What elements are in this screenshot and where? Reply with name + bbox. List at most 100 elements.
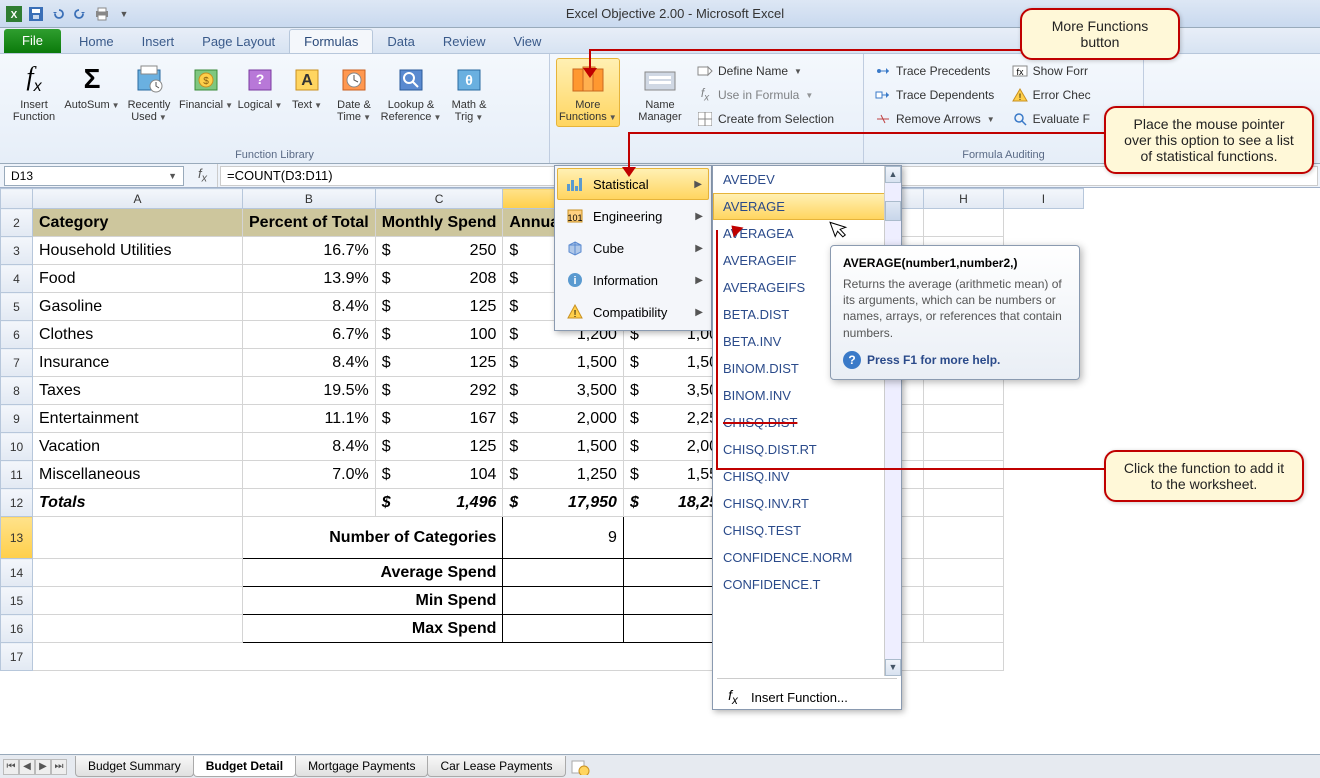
- col-header[interactable]: B: [243, 189, 376, 209]
- sheet-tab[interactable]: Budget Summary: [75, 756, 194, 777]
- sheet-tab[interactable]: Mortgage Payments: [295, 756, 428, 777]
- data-cell[interactable]: Food: [33, 265, 243, 293]
- sheet-nav-first-icon[interactable]: ⏮: [3, 759, 19, 775]
- row-header[interactable]: 6: [1, 321, 33, 349]
- tab-view[interactable]: View: [499, 30, 555, 53]
- sheet-nav-last-icon[interactable]: ⏭: [51, 759, 67, 775]
- autosum-button[interactable]: Σ AutoSum▼: [64, 58, 120, 115]
- data-cell[interactable]: $1,250: [503, 461, 624, 489]
- tab-file[interactable]: File: [4, 29, 61, 53]
- function-item[interactable]: CHISQ.DIST: [713, 409, 901, 436]
- data-cell[interactable]: $125: [375, 349, 503, 377]
- name-manager-button[interactable]: Name Manager: [630, 58, 690, 126]
- scrollbar[interactable]: ▲ ▼: [884, 166, 901, 676]
- row-header[interactable]: 2: [1, 209, 33, 237]
- sheet-tab[interactable]: Car Lease Payments: [427, 756, 565, 777]
- remove-arrows-button[interactable]: Remove Arrows▼: [870, 108, 999, 130]
- row-header[interactable]: 12: [1, 489, 33, 517]
- tab-data[interactable]: Data: [373, 30, 428, 53]
- row-header[interactable]: 7: [1, 349, 33, 377]
- fx-button[interactable]: fx: [188, 164, 218, 187]
- create-from-selection-button[interactable]: Create from Selection: [692, 108, 838, 130]
- logical-button[interactable]: ? Logical▼: [236, 58, 284, 115]
- col-header[interactable]: I: [1003, 189, 1083, 209]
- data-cell[interactable]: 8.4%: [243, 293, 376, 321]
- row-header[interactable]: 3: [1, 237, 33, 265]
- data-cell[interactable]: $3,500: [503, 377, 624, 405]
- data-cell[interactable]: 8.4%: [243, 349, 376, 377]
- data-cell[interactable]: Totals: [33, 489, 243, 517]
- excel-icon[interactable]: X: [4, 4, 24, 24]
- save-icon[interactable]: [26, 4, 46, 24]
- sheet-nav-next-icon[interactable]: ▶: [35, 759, 51, 775]
- function-item[interactable]: CHISQ.TEST: [713, 517, 901, 544]
- financial-button[interactable]: $ Financial▼: [178, 58, 234, 115]
- data-cell[interactable]: Household Utilities: [33, 237, 243, 265]
- data-cell[interactable]: 13.9%: [243, 265, 376, 293]
- row-header[interactable]: 14: [1, 559, 33, 587]
- qat-customize-icon[interactable]: ▼: [114, 4, 134, 24]
- scroll-up-icon[interactable]: ▲: [885, 166, 901, 183]
- data-cell[interactable]: $125: [375, 293, 503, 321]
- header-cell[interactable]: Percent of Total: [243, 209, 376, 237]
- sheet-tab[interactable]: Budget Detail: [193, 756, 296, 777]
- data-cell[interactable]: $2,000: [503, 405, 624, 433]
- function-item[interactable]: BINOM.INV: [713, 382, 901, 409]
- col-header[interactable]: C: [375, 189, 503, 209]
- row-header[interactable]: 15: [1, 587, 33, 615]
- data-cell[interactable]: $125: [375, 433, 503, 461]
- row-header[interactable]: 11: [1, 461, 33, 489]
- data-cell[interactable]: 16.7%: [243, 237, 376, 265]
- data-cell[interactable]: 19.5%: [243, 377, 376, 405]
- data-cell[interactable]: Insurance: [33, 349, 243, 377]
- trace-dependents-button[interactable]: Trace Dependents: [870, 84, 999, 106]
- menu-item-information[interactable]: i Information▶: [557, 264, 709, 296]
- function-item[interactable]: CONFIDENCE.T: [713, 571, 901, 598]
- print-icon[interactable]: [92, 4, 112, 24]
- redo-icon[interactable]: [70, 4, 90, 24]
- data-cell[interactable]: Vacation: [33, 433, 243, 461]
- data-cell[interactable]: $17,950: [503, 489, 624, 517]
- data-cell[interactable]: Entertainment: [33, 405, 243, 433]
- data-cell[interactable]: Clothes: [33, 321, 243, 349]
- insert-function-button[interactable]: fx Insert Function: [6, 58, 62, 126]
- data-cell[interactable]: $1,500: [503, 349, 624, 377]
- show-formulas-button[interactable]: fxShow Forr: [1007, 60, 1095, 82]
- recently-used-button[interactable]: Recently Used▼: [122, 58, 176, 127]
- row-header[interactable]: 10: [1, 433, 33, 461]
- error-checking-button[interactable]: !Error Chec: [1007, 84, 1095, 106]
- row-header[interactable]: 13: [1, 517, 33, 559]
- tab-page-layout[interactable]: Page Layout: [188, 30, 289, 53]
- data-cell[interactable]: $100: [375, 321, 503, 349]
- define-name-button[interactable]: Define Name▼: [692, 60, 838, 82]
- tab-review[interactable]: Review: [429, 30, 500, 53]
- function-item[interactable]: CHISQ.INV.RT: [713, 490, 901, 517]
- data-cell[interactable]: Gasoline: [33, 293, 243, 321]
- row-header[interactable]: 5: [1, 293, 33, 321]
- data-cell[interactable]: $250: [375, 237, 503, 265]
- row-header[interactable]: 17: [1, 643, 33, 671]
- data-cell[interactable]: $292: [375, 377, 503, 405]
- header-cell[interactable]: Monthly Spend: [375, 209, 503, 237]
- name-box-dropdown-icon[interactable]: ▼: [168, 171, 177, 181]
- data-cell[interactable]: Min Spend: [243, 587, 503, 615]
- tab-formulas[interactable]: Formulas: [289, 29, 373, 53]
- function-item[interactable]: CHISQ.DIST.RT: [713, 436, 901, 463]
- text-button[interactable]: A Text▼: [286, 58, 328, 115]
- data-cell[interactable]: Number of Categories: [243, 517, 503, 559]
- function-item[interactable]: AVERAGE: [713, 193, 901, 220]
- data-cell[interactable]: Max Spend: [243, 615, 503, 643]
- scroll-down-icon[interactable]: ▼: [885, 659, 901, 676]
- data-cell[interactable]: 8.4%: [243, 433, 376, 461]
- name-box[interactable]: D13▼: [4, 166, 184, 186]
- tab-insert[interactable]: Insert: [128, 30, 189, 53]
- date-time-button[interactable]: Date & Time▼: [330, 58, 378, 127]
- function-item[interactable]: CONFIDENCE.NORM: [713, 544, 901, 571]
- undo-icon[interactable]: [48, 4, 68, 24]
- col-header[interactable]: A: [33, 189, 243, 209]
- row-header[interactable]: 16: [1, 615, 33, 643]
- scroll-thumb[interactable]: [885, 201, 901, 221]
- menu-item-cube[interactable]: Cube▶: [557, 232, 709, 264]
- data-cell[interactable]: Miscellaneous: [33, 461, 243, 489]
- data-cell[interactable]: $167: [375, 405, 503, 433]
